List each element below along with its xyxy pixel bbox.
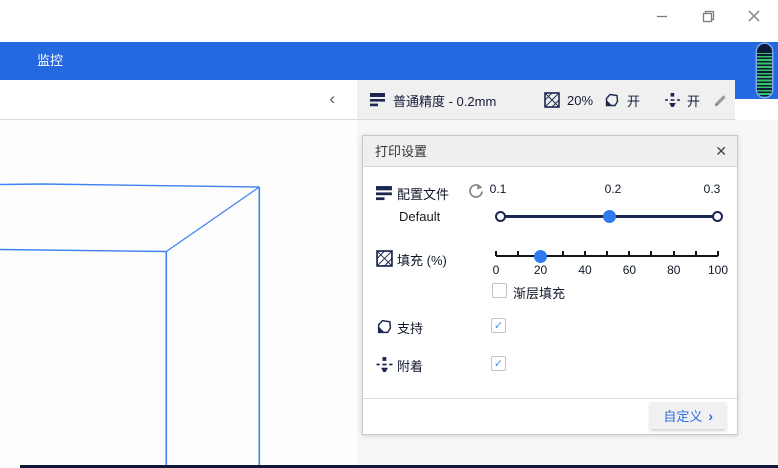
infill-tick-mark — [495, 251, 497, 256]
gradual-infill-checkbox[interactable] — [492, 283, 507, 298]
infill-slider-handle[interactable] — [534, 250, 547, 263]
infill-icon — [544, 92, 560, 108]
close-button[interactable] — [738, 2, 770, 30]
pencil-icon — [713, 93, 728, 108]
support-icon — [604, 92, 620, 108]
chevron-right-icon: › — [708, 408, 713, 424]
infill-tick-mark — [517, 251, 519, 256]
profile-summary[interactable]: 普通精度 - 0.2mm — [370, 80, 496, 120]
minimize-icon — [656, 10, 668, 22]
infill-summary[interactable]: 20% — [544, 80, 593, 120]
infill-icon — [376, 250, 393, 267]
viewport-header: ‹ — [0, 80, 357, 120]
adhesion-label: 附着 — [397, 356, 423, 375]
infill-tick-mark — [584, 251, 586, 256]
profile-tick-0.3: 0.3 — [692, 182, 732, 196]
infill-scale-60: 60 — [612, 263, 646, 277]
infill-tick-mark — [695, 251, 697, 256]
print-settings-summary-bar: 普通精度 - 0.2mm 20% 开 开 — [357, 80, 735, 120]
infill-slider-track[interactable] — [496, 255, 718, 257]
adhesion-icon — [376, 356, 393, 373]
checkmark: ✓ — [494, 319, 503, 332]
profile-name: Default — [399, 209, 440, 224]
edit-settings-button[interactable] — [713, 80, 728, 120]
support-icon — [376, 318, 393, 335]
gradual-infill-label: 渐层填充 — [513, 283, 565, 302]
profile-summary-label: 普通精度 - 0.2mm — [393, 91, 496, 110]
adhesion-icon — [665, 92, 680, 108]
support-state-label: 开 — [627, 91, 640, 110]
layers-icon — [370, 93, 386, 107]
layers-icon — [376, 185, 393, 202]
restore-button[interactable] — [692, 2, 724, 30]
infill-scale-20: 20 — [524, 263, 558, 277]
custom-settings-button[interactable]: 自定义 › — [650, 402, 726, 429]
adhesion-state-label: 开 — [687, 91, 700, 110]
infill-scale-40: 40 — [568, 263, 602, 277]
panel-header: 打印设置 ✕ — [363, 136, 737, 167]
application-window: 监控 ‹ 普通精度 - 0.2mm 20% 开 — [0, 0, 778, 468]
profile-tick-0.2: 0.2 — [593, 182, 633, 196]
infill-tick-mark — [650, 251, 652, 256]
support-label: 支持 — [397, 318, 423, 337]
build-volume-wireframe — [0, 120, 357, 468]
close-icon — [748, 10, 760, 22]
infill-scale-0: 0 — [479, 263, 513, 277]
infill-tick-mark — [562, 251, 564, 256]
infill-tick-mark — [628, 251, 630, 256]
print-settings-panel: 打印设置 ✕ 配置文件 Default 0.1 0.2 0.3 填充 (%) — [362, 135, 738, 435]
tab-monitor[interactable]: 监控 — [37, 42, 63, 80]
infill-tick-mark — [606, 251, 608, 256]
viewport-3d[interactable] — [0, 120, 357, 468]
profile-slider-min-handle[interactable] — [495, 211, 506, 222]
adhesion-checkbox[interactable]: ✓ — [491, 356, 506, 371]
profile-slider-handle[interactable] — [603, 210, 616, 223]
adhesion-summary[interactable]: 开 — [665, 80, 700, 120]
minimize-button[interactable] — [646, 2, 678, 30]
infill-scale-100: 100 — [701, 263, 735, 277]
infill-scale-80: 80 — [657, 263, 691, 277]
custom-button-label: 自定义 — [663, 406, 702, 425]
stage-nav-bar: 监控 — [0, 42, 778, 80]
title-bar — [0, 0, 778, 42]
footer-separator — [363, 398, 737, 399]
checkmark: ✓ — [494, 357, 503, 370]
support-summary[interactable]: 开 — [604, 80, 640, 120]
panel-title: 打印设置 — [375, 136, 427, 167]
profile-slider-max-handle[interactable] — [712, 211, 723, 222]
infill-label: 填充 (%) — [397, 250, 447, 269]
material-level-indicator[interactable] — [757, 44, 772, 97]
infill-tick-mark — [717, 251, 719, 256]
collapse-panel-chevron[interactable]: ‹ — [329, 80, 335, 120]
profile-tick-0.1: 0.1 — [478, 182, 518, 196]
profile-label: 配置文件 — [397, 184, 449, 203]
support-checkbox[interactable]: ✓ — [491, 318, 506, 333]
infill-tick-mark — [673, 251, 675, 256]
restore-icon — [702, 10, 715, 23]
panel-close-button[interactable]: ✕ — [715, 136, 727, 167]
infill-summary-label: 20% — [567, 93, 593, 108]
